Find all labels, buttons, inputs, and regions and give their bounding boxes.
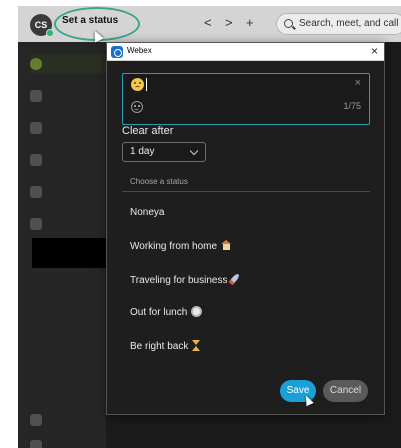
help-icon (30, 414, 42, 426)
add-button[interactable]: + (246, 16, 254, 30)
cancel-button[interactable]: Cancel (323, 380, 368, 402)
sidebar-item-voicemail[interactable] (30, 182, 106, 202)
clear-after-dropdown[interactable]: 1 day (122, 142, 206, 162)
redacted-block (32, 238, 110, 268)
contacts-icon (30, 122, 42, 134)
status-option-out-for-lunch[interactable]: Out for lunch (130, 306, 203, 318)
gear-icon (30, 440, 42, 448)
emoji-picker-icon[interactable] (131, 101, 143, 113)
dialog-title: Webex (127, 46, 152, 55)
clear-after-value: 1 day (130, 146, 155, 157)
divider (122, 191, 370, 192)
hourglass-icon (192, 340, 201, 351)
character-count: 1/75 (343, 101, 361, 111)
sidebar-item-messaging[interactable] (30, 54, 106, 74)
messaging-icon (30, 58, 42, 70)
choose-status-label: Choose a status (130, 177, 188, 186)
sidebar-item-calling[interactable] (30, 150, 106, 170)
sidebar-item-settings[interactable] (30, 436, 106, 448)
status-option-working-from-home[interactable]: Working from home (130, 240, 232, 252)
status-option-be-right-back[interactable]: Be right back (130, 340, 201, 352)
status-option-traveling[interactable]: Traveling for business (130, 272, 241, 286)
sidebar-item-contacts[interactable] (30, 118, 106, 138)
webex-logo-icon (111, 46, 123, 58)
clear-after-label: Clear after (122, 125, 174, 137)
status-option-label: Be right back (130, 341, 189, 352)
set-status-dialog: Webex × × 1/75 Clear after 1 day Choose … (106, 42, 385, 415)
phone-icon (30, 154, 42, 166)
search-input[interactable]: Search, meet, and call (276, 13, 401, 35)
status-message-input[interactable]: × 1/75 (122, 73, 370, 125)
back-button[interactable]: < (204, 16, 212, 30)
search-icon (284, 19, 293, 28)
text-caret (146, 78, 147, 91)
search-placeholder: Search, meet, and call (299, 18, 399, 29)
sidebar-item-meetings[interactable] (30, 214, 106, 234)
forward-button[interactable]: > (225, 16, 233, 30)
status-option-label: Traveling for business (130, 275, 228, 286)
voicemail-icon (30, 186, 42, 198)
status-option-label: Out for lunch (130, 307, 188, 318)
rocket-icon (229, 272, 241, 286)
close-icon[interactable]: × (371, 44, 378, 58)
status-option-label: Noneya (130, 207, 165, 218)
app-top-bar: CS Set a status < > + Search, meet, and … (18, 6, 401, 42)
teams-icon (30, 90, 42, 102)
sidebar-item-help[interactable] (30, 410, 106, 430)
presence-indicator-icon (46, 29, 54, 37)
dialog-title-bar: Webex × (107, 43, 384, 61)
plate-icon (191, 306, 203, 317)
clear-input-icon[interactable]: × (355, 77, 361, 89)
meetings-icon (30, 218, 42, 230)
house-icon (221, 240, 232, 250)
status-option-noneya[interactable]: Noneya (130, 207, 164, 218)
chevron-down-icon (189, 146, 199, 156)
thinking-face-emoji-icon (131, 78, 144, 91)
status-option-label: Working from home (130, 241, 218, 252)
sidebar-item-teams[interactable] (30, 86, 106, 106)
